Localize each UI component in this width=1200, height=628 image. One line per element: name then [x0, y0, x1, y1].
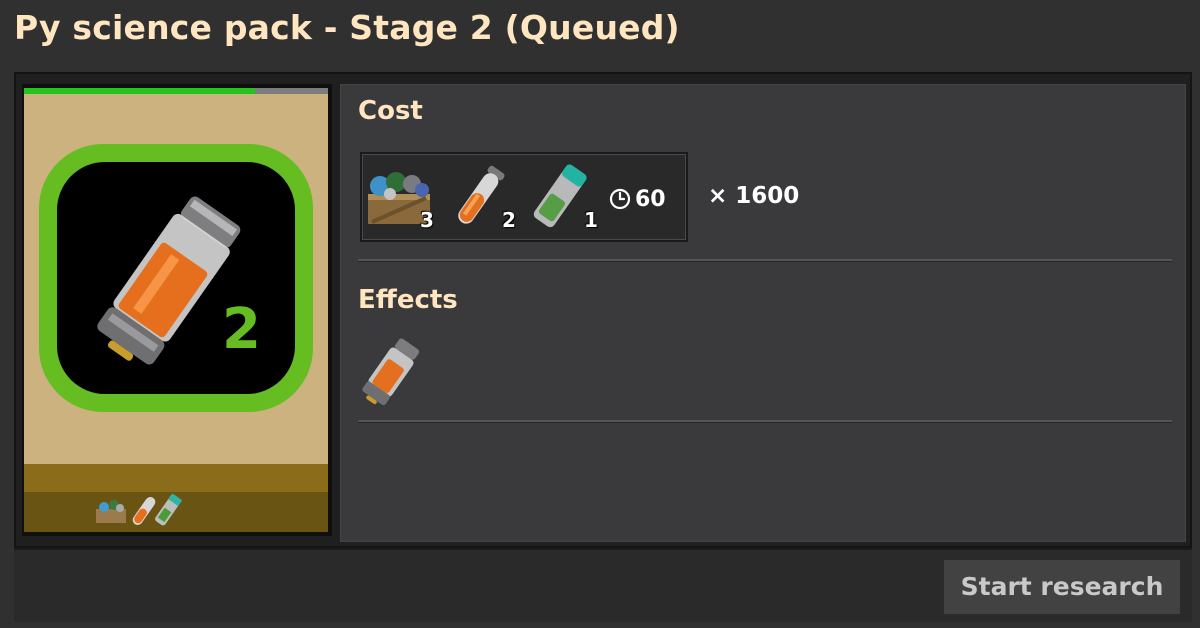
window-title-bar: Py science pack - Stage 2 (Queued): [0, 0, 1200, 68]
green-battery-vial-count: 1: [584, 208, 598, 232]
effects-heading: Effects: [358, 285, 458, 315]
section-divider: [358, 420, 1172, 423]
clock-icon: [609, 188, 631, 210]
py-science-pack-2-icon: [35, 140, 317, 416]
research-unit-multiplier: × 1600: [708, 183, 800, 209]
technology-card-footer-band: [24, 464, 328, 492]
footer-ingredient-icons: [92, 493, 192, 529]
green-battery-vial-icon: [155, 493, 183, 526]
py-science-pack-2-icon[interactable]: [356, 334, 426, 410]
section-divider: [358, 259, 1172, 262]
start-research-button[interactable]: Start research: [942, 558, 1182, 616]
research-time-value: 60: [635, 186, 666, 212]
cost-heading: Cost: [358, 96, 423, 126]
window-title: Py science pack - Stage 2 (Queued): [14, 8, 680, 47]
crate-icon: [96, 500, 126, 523]
orange-vial-count: 2: [502, 208, 516, 232]
research-time: 60: [608, 182, 666, 216]
orange-vial-icon: [132, 496, 156, 526]
technology-level-number: 2: [222, 297, 261, 362]
crate-count: 3: [420, 208, 434, 232]
